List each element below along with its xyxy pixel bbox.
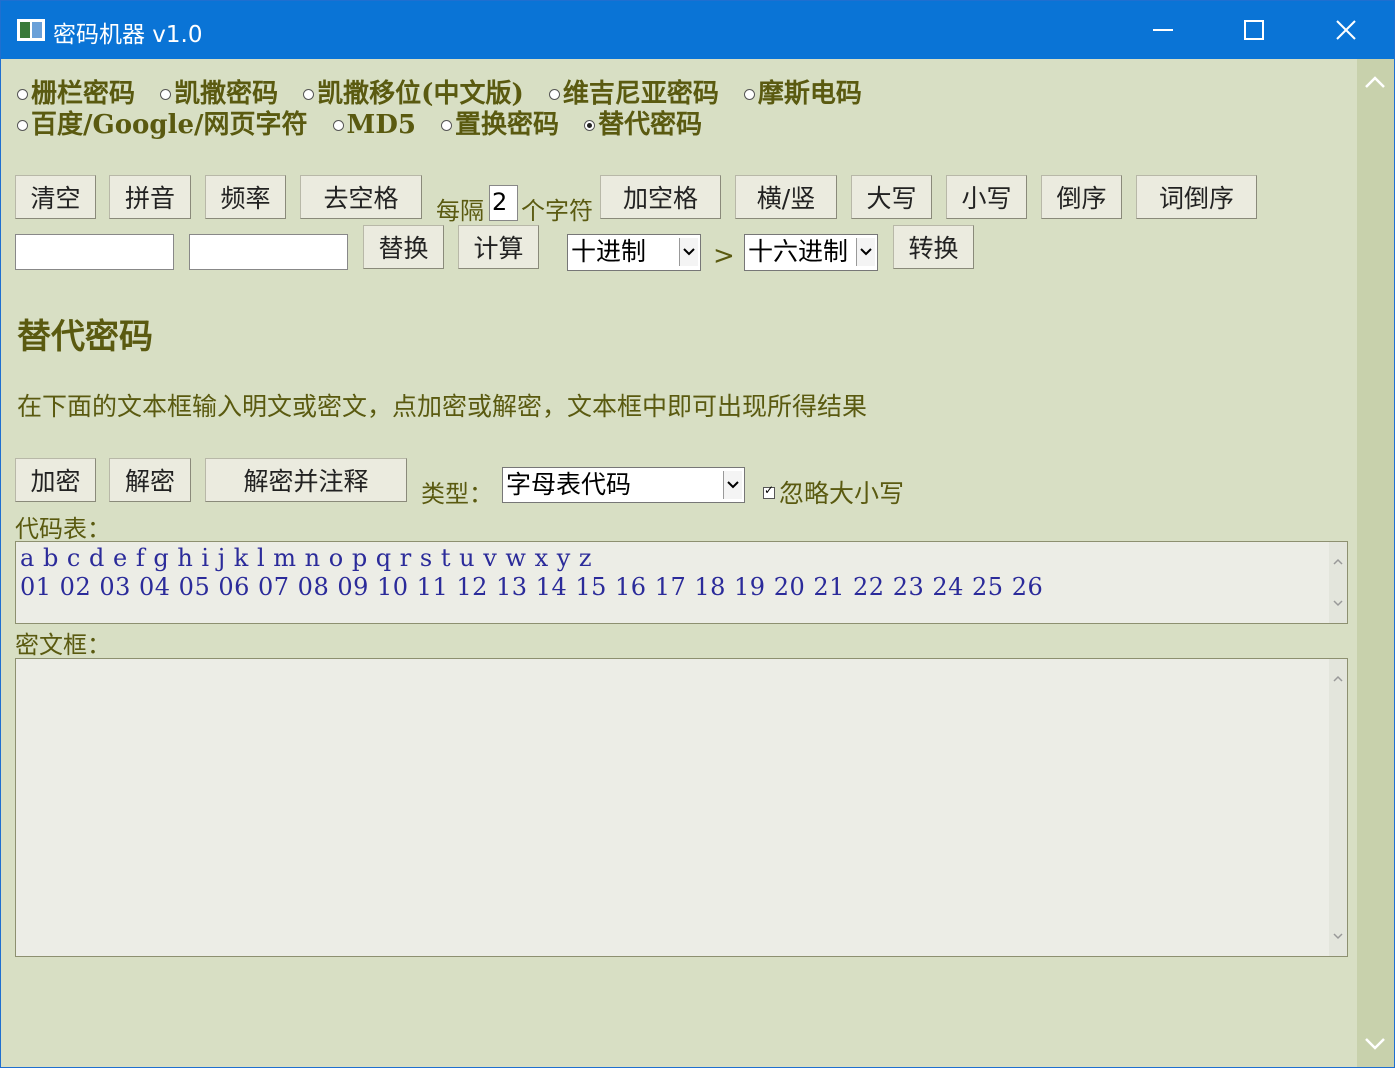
- code-table-numbers: 01 02 03 04 05 06 07 08 09 10 11 12 13 1…: [20, 573, 1044, 601]
- radio-dot: [160, 88, 172, 100]
- type-label: 类型：: [421, 480, 493, 508]
- chevron-down-icon: [679, 238, 698, 266]
- remove-spaces-button[interactable]: 去空格: [300, 175, 422, 219]
- replace-button[interactable]: 替换: [363, 225, 444, 269]
- chevron-up-icon[interactable]: [1363, 71, 1387, 95]
- lowercase-button[interactable]: 小写: [946, 175, 1027, 219]
- to-base-select[interactable]: 十六进制: [744, 234, 878, 271]
- radio-dot: [303, 88, 315, 100]
- radio-md5[interactable]: MD5: [332, 110, 416, 140]
- every-label: 每隔: [436, 197, 484, 225]
- maximize-button[interactable]: [1208, 1, 1300, 59]
- radio-dot: [17, 119, 28, 131]
- app-icon: [17, 19, 45, 41]
- radio-dot: [17, 88, 28, 100]
- close-icon: [1336, 20, 1356, 40]
- clear-button[interactable]: 清空: [15, 175, 96, 219]
- code-table-textarea[interactable]: a b c d e f g h i j k l m n o p q r s t …: [15, 541, 1348, 624]
- from-base-select[interactable]: 十进制: [567, 234, 701, 271]
- radio-dot: [441, 119, 453, 131]
- radio-dot: [743, 88, 755, 100]
- maximize-icon: [1244, 20, 1264, 40]
- find-input[interactable]: [15, 234, 174, 270]
- chevron-down-icon[interactable]: [1363, 1031, 1387, 1055]
- chevron-up-icon: [1333, 558, 1343, 565]
- page-content: 栅栏密码 凯撒密码 凯撒移位(中文版) 维吉尼亚密码 摩斯电码 百度/Googl…: [1, 59, 1357, 1067]
- frequency-button[interactable]: 频率: [205, 175, 286, 219]
- radio-substitution[interactable]: 替代密码: [584, 104, 702, 141]
- close-button[interactable]: [1300, 1, 1392, 59]
- radio-web-chars[interactable]: 百度/Google/网页字符: [17, 104, 307, 141]
- mode-row-2: 百度/Google/网页字符 MD5 置换密码 替代密码: [17, 104, 718, 141]
- instructions-text: 在下面的文本框输入明文或密文，点加密或解密，文本框中即可出现所得结果: [17, 392, 868, 421]
- radio-label: 替代密码: [598, 110, 703, 140]
- chevron-up-icon: [1333, 675, 1343, 682]
- code-table-label: 代码表：: [15, 515, 111, 543]
- app-window: 密码机器 v1.0 栅栏密码 凯撒密码 凯撒移位(中文版) 维吉尼亚密码 摩斯电…: [0, 0, 1395, 1068]
- replace-input[interactable]: [189, 234, 348, 270]
- radio-morse[interactable]: 摩斯电码: [743, 73, 862, 110]
- cipher-scrollbar[interactable]: [1329, 659, 1347, 956]
- every-n-input[interactable]: 2: [489, 185, 518, 221]
- pinyin-button[interactable]: 拼音: [109, 175, 191, 219]
- type-value: 字母表代码: [506, 470, 632, 499]
- convert-arrow: >: [713, 241, 735, 271]
- chevron-down-icon: [856, 238, 875, 266]
- horiz-vert-button[interactable]: 横/竖: [735, 175, 837, 219]
- chevron-down-icon: [723, 471, 742, 499]
- ignore-case-label: 忽略大小写: [779, 479, 905, 508]
- calculate-button[interactable]: 计算: [458, 225, 539, 269]
- chevron-down-icon: [1333, 933, 1343, 940]
- code-table-letters: a b c d e f g h i j k l m n o p q r s t …: [20, 544, 593, 572]
- radio-dot-selected: [584, 119, 596, 131]
- encrypt-button[interactable]: 加密: [15, 458, 96, 502]
- convert-button[interactable]: 转换: [893, 225, 974, 269]
- chars-label: 个字符: [521, 197, 593, 225]
- radio-dot: [332, 119, 344, 131]
- to-base-value: 十六进制: [748, 237, 849, 266]
- from-base-value: 十进制: [571, 237, 647, 266]
- minimize-icon: [1153, 29, 1173, 31]
- word-reverse-button[interactable]: 词倒序: [1136, 175, 1257, 219]
- minimize-button[interactable]: [1117, 1, 1209, 59]
- uppercase-button[interactable]: 大写: [851, 175, 932, 219]
- radio-label: 置换密码: [455, 110, 560, 140]
- ignore-case-checkbox[interactable]: [763, 483, 775, 499]
- cipher-box-label: 密文框：: [15, 631, 111, 659]
- type-select[interactable]: 字母表代码: [502, 467, 745, 503]
- decrypt-annotate-button[interactable]: 解密并注释: [205, 458, 407, 502]
- code-table-scrollbar[interactable]: [1329, 542, 1347, 623]
- radio-dot: [548, 88, 560, 100]
- window-scrollbar[interactable]: [1357, 59, 1394, 1067]
- radio-permutation[interactable]: 置换密码: [441, 104, 559, 141]
- reverse-button[interactable]: 倒序: [1041, 175, 1122, 219]
- page-title: 替代密码: [17, 317, 153, 357]
- add-spaces-button[interactable]: 加空格: [600, 175, 721, 219]
- window-title: 密码机器 v1.0: [53, 22, 203, 48]
- radio-label: 摩斯电码: [757, 79, 862, 109]
- decrypt-button[interactable]: 解密: [109, 458, 191, 502]
- cipher-textarea[interactable]: [15, 658, 1348, 957]
- title-bar: 密码机器 v1.0: [1, 1, 1394, 59]
- radio-label: MD5: [346, 110, 416, 140]
- radio-label: 百度/Google/网页字符: [31, 110, 308, 140]
- chevron-down-icon: [1333, 600, 1343, 607]
- ignore-case-option[interactable]: 忽略大小写: [763, 474, 904, 510]
